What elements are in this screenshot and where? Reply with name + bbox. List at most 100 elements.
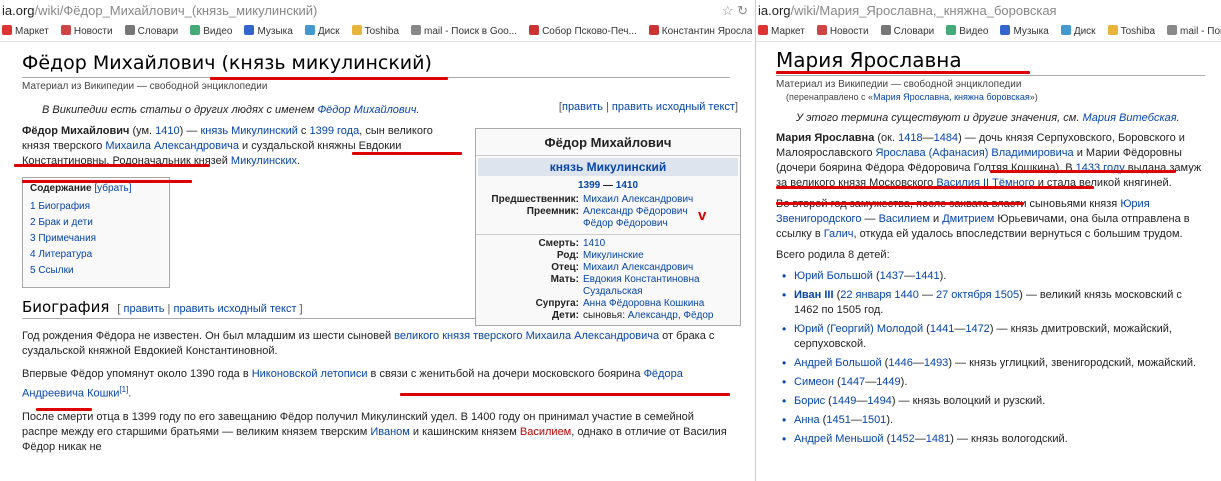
year-link[interactable]: 1399 bbox=[578, 180, 600, 191]
year-link[interactable]: 1447 bbox=[841, 376, 865, 388]
bookmark-item[interactable]: Видео bbox=[946, 22, 988, 41]
infobox-value-link[interactable]: Евдокия Константиновна bbox=[583, 274, 740, 286]
bookmark-favicon-icon bbox=[1167, 25, 1178, 35]
year-link[interactable]: 1441 bbox=[930, 323, 954, 335]
child-name-link[interactable]: Борис bbox=[794, 395, 825, 407]
bookmarks-bar: Маркет Новости Словари Видео Музыка Диск Toshi… bbox=[756, 22, 1221, 42]
bookmark-favicon-icon bbox=[304, 25, 315, 35]
bookmark-item[interactable]: Новости bbox=[816, 22, 869, 41]
infobox-value-link[interactable]: Михаил Александрович bbox=[583, 262, 740, 274]
bookmark-item[interactable]: Видео bbox=[190, 22, 232, 41]
hatnote-link[interactable]: Мария Витебская bbox=[1082, 112, 1176, 124]
redirect-note: (перенаправлено с «Мария Ярославна, княж… bbox=[786, 92, 1038, 102]
year-link[interactable]: 1451 bbox=[826, 414, 850, 426]
father-link[interactable]: Ярослава (Афанасия) Владимировича bbox=[876, 147, 1074, 159]
infobox-value-link[interactable]: Анна Фёдоровна Кошкина bbox=[583, 298, 740, 310]
redirect-link[interactable]: Мария Ярославна, княжна боровская bbox=[873, 92, 1030, 102]
father-link[interactable]: Михаила Александровича bbox=[105, 140, 239, 152]
section-edit-link[interactable]: править bbox=[124, 303, 165, 315]
child-name-link[interactable]: Анна bbox=[794, 414, 820, 426]
bookmark-item[interactable]: Диск bbox=[304, 22, 340, 41]
bookmark-item[interactable]: Toshiba bbox=[1107, 22, 1155, 41]
year-link[interactable]: 27 октября 1505 bbox=[936, 289, 1019, 301]
infobox-subtitle[interactable]: князь Микулинский bbox=[478, 158, 738, 176]
footnote-link[interactable]: [1] bbox=[119, 385, 128, 394]
child-name-link[interactable]: Андрей Меньшой bbox=[794, 433, 884, 445]
ivan-link[interactable]: Иваном bbox=[370, 426, 410, 438]
galich-link[interactable]: Галич bbox=[824, 228, 854, 240]
year-link[interactable]: 1446 bbox=[888, 357, 912, 369]
address-bar[interactable]: ia.org/wiki/Фёдор_Михайлович_(князь_мику… bbox=[0, 0, 752, 22]
child-name-link[interactable]: Андрей Большой bbox=[794, 357, 882, 369]
chronicle-link[interactable]: Никоновской летописи bbox=[252, 368, 368, 380]
year-link[interactable]: 1452 bbox=[890, 433, 914, 445]
child-name-link[interactable]: Юрий (Георгий) Молодой bbox=[794, 323, 923, 335]
year-link[interactable]: 1449 bbox=[832, 395, 856, 407]
edit-link[interactable]: править bbox=[562, 101, 603, 113]
year-link[interactable]: 22 января 1440 bbox=[840, 289, 919, 301]
infobox-value-link[interactable]: 1410 bbox=[583, 238, 740, 250]
vasily-link[interactable]: Василием bbox=[520, 426, 571, 438]
bookmark-item[interactable]: mail - Поиск в Goo... bbox=[411, 22, 517, 41]
year-link[interactable]: 1410 bbox=[616, 180, 638, 191]
bookmark-item[interactable]: Словари bbox=[124, 22, 178, 41]
year-link[interactable]: 1472 bbox=[965, 323, 989, 335]
infobox-value-link[interactable]: Фёдор Фёдорович bbox=[583, 218, 740, 230]
year-link[interactable]: 1501 bbox=[862, 414, 886, 426]
toc-item[interactable]: 4 Литература bbox=[30, 249, 162, 260]
bookmark-item[interactable]: Маркет bbox=[758, 22, 805, 41]
bookmark-favicon-icon bbox=[124, 25, 135, 35]
list-item: Симеон (1447—1449). bbox=[776, 375, 1205, 390]
year-link[interactable]: 1437 bbox=[880, 270, 904, 282]
year-link[interactable]: 1441 bbox=[915, 270, 939, 282]
year-link[interactable]: 1481 bbox=[926, 433, 950, 445]
bookmark-item[interactable]: Новости bbox=[60, 22, 113, 41]
child-link[interactable]: Александр bbox=[628, 310, 678, 321]
infobox-value-link[interactable]: Михаил Александрович bbox=[583, 194, 740, 206]
toc-item[interactable]: 2 Брак и дети bbox=[30, 217, 162, 228]
bookmark-item[interactable]: Собор Псково-Печ... bbox=[529, 22, 637, 41]
infobox-row: Суздальская bbox=[476, 286, 740, 298]
toc-item[interactable]: 5 Ссылки bbox=[30, 265, 162, 276]
toc-item[interactable]: 1 Биография bbox=[30, 201, 162, 212]
year-link[interactable]: 1418 bbox=[898, 132, 922, 144]
bookmark-item[interactable]: mail - Поиск в Goo... bbox=[1167, 22, 1221, 41]
bookmark-item[interactable]: Диск bbox=[1060, 22, 1096, 41]
child-link[interactable]: Фёдор bbox=[683, 310, 713, 321]
child-name-link[interactable]: Юрий Большой bbox=[794, 270, 873, 282]
bookmark-item[interactable]: Словари bbox=[880, 22, 934, 41]
year-link[interactable]: 1493 bbox=[924, 357, 948, 369]
year-link[interactable]: 1494 bbox=[867, 395, 891, 407]
infobox-value-link[interactable]: Александр Фёдорович bbox=[583, 206, 740, 218]
toc-item[interactable]: 3 Примечания bbox=[30, 233, 162, 244]
infobox-value-link[interactable]: Суздальская bbox=[583, 286, 740, 298]
child-name-link[interactable]: Иван III bbox=[794, 289, 834, 301]
address-bar[interactable]: ia.org/wiki/Мария_Ярославна,_княжна_боро… bbox=[756, 0, 1221, 22]
year-link[interactable]: 1484 bbox=[934, 132, 958, 144]
bookmark-item[interactable]: Музыка bbox=[1000, 22, 1049, 41]
red-underline bbox=[210, 77, 448, 80]
grand-prince-link[interactable]: великого князя тверского bbox=[394, 330, 522, 342]
edit-source-link[interactable]: править исходный текст bbox=[612, 101, 735, 113]
bookmark-item[interactable]: Toshiba bbox=[351, 22, 399, 41]
infobox-value-link[interactable]: Микулинские bbox=[583, 250, 740, 262]
mikulinsky-link[interactable]: Микулинских bbox=[231, 155, 297, 167]
hatnote-link[interactable]: Фёдор Михайлович bbox=[317, 104, 416, 116]
death-year-link[interactable]: 1410 bbox=[155, 125, 179, 137]
father-link[interactable]: Михаила Александровича bbox=[526, 330, 660, 342]
bookmark-item[interactable]: Музыка bbox=[244, 22, 293, 41]
bookmark-favicon-icon bbox=[2, 25, 12, 35]
section-edit-source-link[interactable]: править исходный текст bbox=[173, 303, 296, 315]
prince-link[interactable]: князь Микулинский bbox=[200, 125, 297, 137]
bookmark-favicon-icon bbox=[1060, 25, 1071, 35]
hatnote: У этого термина существуют и другие знач… bbox=[796, 112, 1180, 124]
bookmark-item[interactable]: Константин Ярослав... bbox=[648, 22, 752, 41]
toc-hide-link[interactable]: [убрать] bbox=[92, 183, 131, 194]
year-link[interactable]: 1399 года bbox=[309, 125, 359, 137]
year-link[interactable]: 1449 bbox=[876, 376, 900, 388]
dmitry-link[interactable]: Дмитрием bbox=[942, 213, 994, 225]
vasily-link[interactable]: Василием bbox=[879, 213, 930, 225]
bookmark-item[interactable]: Маркет bbox=[2, 22, 49, 41]
child-name-link[interactable]: Симеон bbox=[794, 376, 834, 388]
bookmark-star-icon[interactable]: ☆ ↻ bbox=[722, 0, 748, 22]
